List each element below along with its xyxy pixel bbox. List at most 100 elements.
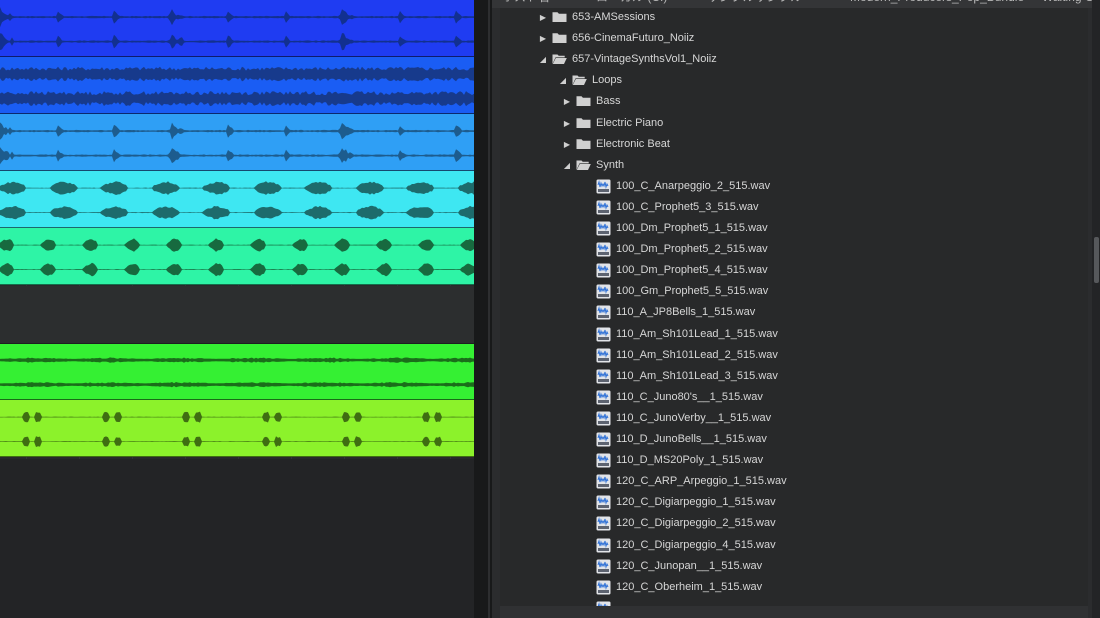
tree-item-label: 120_C_Junopan__1_515.wav xyxy=(616,559,763,572)
tree-item-label: 120_C_ARP_Arpeggio_1_515.wav xyxy=(616,475,787,488)
tree-item-label: 100_C_Prophet5_3_515.wav xyxy=(616,200,759,213)
tree-folder-item[interactable]: ▶ Electric Piano xyxy=(500,113,1088,134)
tree-folder-item[interactable]: ▶ 653-AMSessions xyxy=(500,8,1088,28)
folder-icon xyxy=(576,96,591,107)
folder-icon xyxy=(576,138,591,149)
arrangement-view[interactable] xyxy=(0,0,474,618)
audio-clip[interactable] xyxy=(0,228,474,285)
audio-clip[interactable] xyxy=(0,57,474,114)
tree-item-label: 100_Dm_Prophet5_4_515.wav xyxy=(616,264,768,277)
tree-folder-item[interactable]: ◢ 657-VintageSynthsVol1_Noiiz xyxy=(500,49,1088,70)
waveform-channel xyxy=(0,238,474,252)
tree-file-item[interactable] xyxy=(500,598,1088,606)
folder-icon xyxy=(552,33,567,44)
tree-file-item[interactable]: 100_Gm_Prophet5_5_515.wav xyxy=(500,281,1088,302)
wav-file-icon xyxy=(596,538,611,552)
tree-file-item[interactable]: 120_C_Digiarpeggio_4_515.wav xyxy=(500,535,1088,556)
tree-file-item[interactable]: 120_C_ARP_Arpeggio_1_515.wav xyxy=(500,471,1088,492)
tree-item-label: 120_C_Digiarpeggio_2_515.wav xyxy=(616,517,776,530)
expand-toggle-icon[interactable]: ▶ xyxy=(562,91,572,112)
wav-file-icon xyxy=(596,221,611,236)
tree-folder-item[interactable]: ▶ 656-CinemaFuturo_Noiiz xyxy=(500,28,1088,49)
waveform-channel xyxy=(0,357,474,363)
waveform xyxy=(0,238,474,277)
collapse-toggle-icon[interactable]: ◢ xyxy=(558,70,568,91)
waveform-channel xyxy=(0,382,474,388)
tree-item-label: 110_Am_Sh101Lead_3_515.wav xyxy=(616,369,778,382)
waveform-channel xyxy=(0,7,474,28)
tree-file-item[interactable]: 110_Am_Sh101Lead_3_515.wav xyxy=(500,366,1088,387)
tree-file-item[interactable]: 100_Dm_Prophet5_2_515.wav xyxy=(500,239,1088,260)
wav-file-icon xyxy=(596,200,611,215)
folder-open-icon xyxy=(552,54,567,65)
audio-clip[interactable] xyxy=(0,343,474,400)
collapse-toggle-icon[interactable]: ◢ xyxy=(562,155,572,176)
tree-file-item[interactable]: 120_C_Oberheim_1_515.wav xyxy=(500,577,1088,598)
empty-track-lane[interactable] xyxy=(0,286,474,344)
tree-file-item[interactable]: 110_Am_Sh101Lead_1_515.wav xyxy=(500,324,1088,345)
tree-file-item[interactable]: 100_Dm_Prophet5_4_515.wav xyxy=(500,260,1088,281)
expand-toggle-icon[interactable]: ▶ xyxy=(562,113,572,134)
waveform-channel xyxy=(0,122,474,140)
audio-clip[interactable] xyxy=(0,400,474,457)
wav-file-icon xyxy=(596,432,611,447)
tree-item-label: Electric Piano xyxy=(596,116,664,129)
horizontal-scrollbar[interactable] xyxy=(500,606,1088,618)
tree-item-label: 120_C_Oberheim_1_515.wav xyxy=(616,580,763,593)
tree-file-item[interactable]: 100_C_Anarpeggio_2_515.wav xyxy=(500,176,1088,197)
waveform-channel xyxy=(0,205,474,220)
wav-file-icon xyxy=(596,580,611,595)
tree-item-label: 110_A_JP8Bells_1_515.wav xyxy=(616,306,756,319)
audio-clip[interactable] xyxy=(0,0,474,57)
wav-file-icon xyxy=(596,369,611,384)
tree-item-label: 100_Dm_Prophet5_1_515.wav xyxy=(616,222,768,234)
tree-file-item[interactable]: 110_C_Juno80's__1_515.wav xyxy=(500,387,1088,408)
tree-file-item[interactable]: 120_C_Junopan__1_515.wav xyxy=(500,556,1088,577)
audio-clip[interactable] xyxy=(0,171,474,228)
waveform-channel xyxy=(0,411,474,423)
tree-file-item[interactable]: 120_C_Digiarpeggio_2_515.wav xyxy=(500,513,1088,534)
empty-arrangement-area[interactable] xyxy=(0,459,474,618)
tree-file-item[interactable]: 110_A_JP8Bells_1_515.wav xyxy=(500,302,1088,323)
folder-open-icon xyxy=(572,75,587,86)
folder-open-icon xyxy=(576,160,591,170)
tree-file-item[interactable]: 100_Dm_Prophet5_1_515.wav xyxy=(500,218,1088,239)
tree-file-item[interactable]: 120_C_Digiarpeggio_1_515.wav xyxy=(500,492,1088,513)
tree-folder-item[interactable]: ▶ Electronic Beat xyxy=(500,134,1088,155)
wav-file-icon xyxy=(596,559,611,574)
wav-file-icon xyxy=(596,474,611,489)
tree-item-label: 120_C_Digiarpeggio_1_515.wav xyxy=(616,496,776,509)
tree-folder-item[interactable]: ◢ Loops xyxy=(500,70,1088,91)
tree-file-item[interactable]: 110_D_MS20Poly_1_515.wav xyxy=(500,450,1088,471)
waveform-channel xyxy=(0,436,474,447)
tree-item-label: 110_Am_Sh101Lead_2_515.wav xyxy=(616,348,778,361)
scrollbar-thumb[interactable] xyxy=(1094,237,1099,283)
wav-file-icon xyxy=(596,327,611,341)
tree-file-item[interactable]: 110_Am_Sh101Lead_2_515.wav xyxy=(500,345,1088,366)
tree-item-label: Loops xyxy=(592,74,622,87)
expand-toggle-icon[interactable]: ▶ xyxy=(562,134,572,155)
tree-file-item[interactable]: 100_C_Prophet5_3_515.wav xyxy=(500,197,1088,218)
tree-item-label: 110_C_Juno80's__1_515.wav xyxy=(616,390,763,403)
tree-folder-item[interactable]: ▶ Bass xyxy=(500,91,1088,112)
collapse-toggle-icon[interactable]: ◢ xyxy=(538,49,548,70)
wav-file-icon xyxy=(596,516,611,531)
audio-clip[interactable] xyxy=(0,114,474,171)
wav-file-icon xyxy=(596,453,611,468)
wav-file-icon xyxy=(596,390,611,405)
waveform xyxy=(0,411,474,447)
tree-item-label: 656-CinemaFuturo_Noiiz xyxy=(572,32,695,45)
tree-item-label: 110_Am_Sh101Lead_1_515.wav xyxy=(616,327,778,340)
tree-item-label: Bass xyxy=(596,95,621,108)
vertical-scrollbar[interactable] xyxy=(1092,0,1100,618)
file-tree[interactable]: ▶ 653-AMSessions ▶ 656-CinemaFuturo_Noiiz ◢ 6… xyxy=(500,8,1088,606)
wav-file-icon xyxy=(596,179,611,194)
file-browser: ホスト名ローカル (C:)サンプルサンプルModern_Producers_Po… xyxy=(492,0,1100,618)
waveform xyxy=(0,7,474,51)
expand-toggle-icon[interactable]: ▶ xyxy=(538,8,548,28)
waveform-channel xyxy=(0,33,474,51)
expand-toggle-icon[interactable]: ▶ xyxy=(538,28,548,49)
tree-folder-item[interactable]: ◢ Synth xyxy=(500,155,1088,176)
tree-file-item[interactable]: 110_D_JunoBells__1_515.wav xyxy=(500,429,1088,450)
tree-file-item[interactable]: 110_C_JunoVerby__1_515.wav xyxy=(500,408,1088,429)
